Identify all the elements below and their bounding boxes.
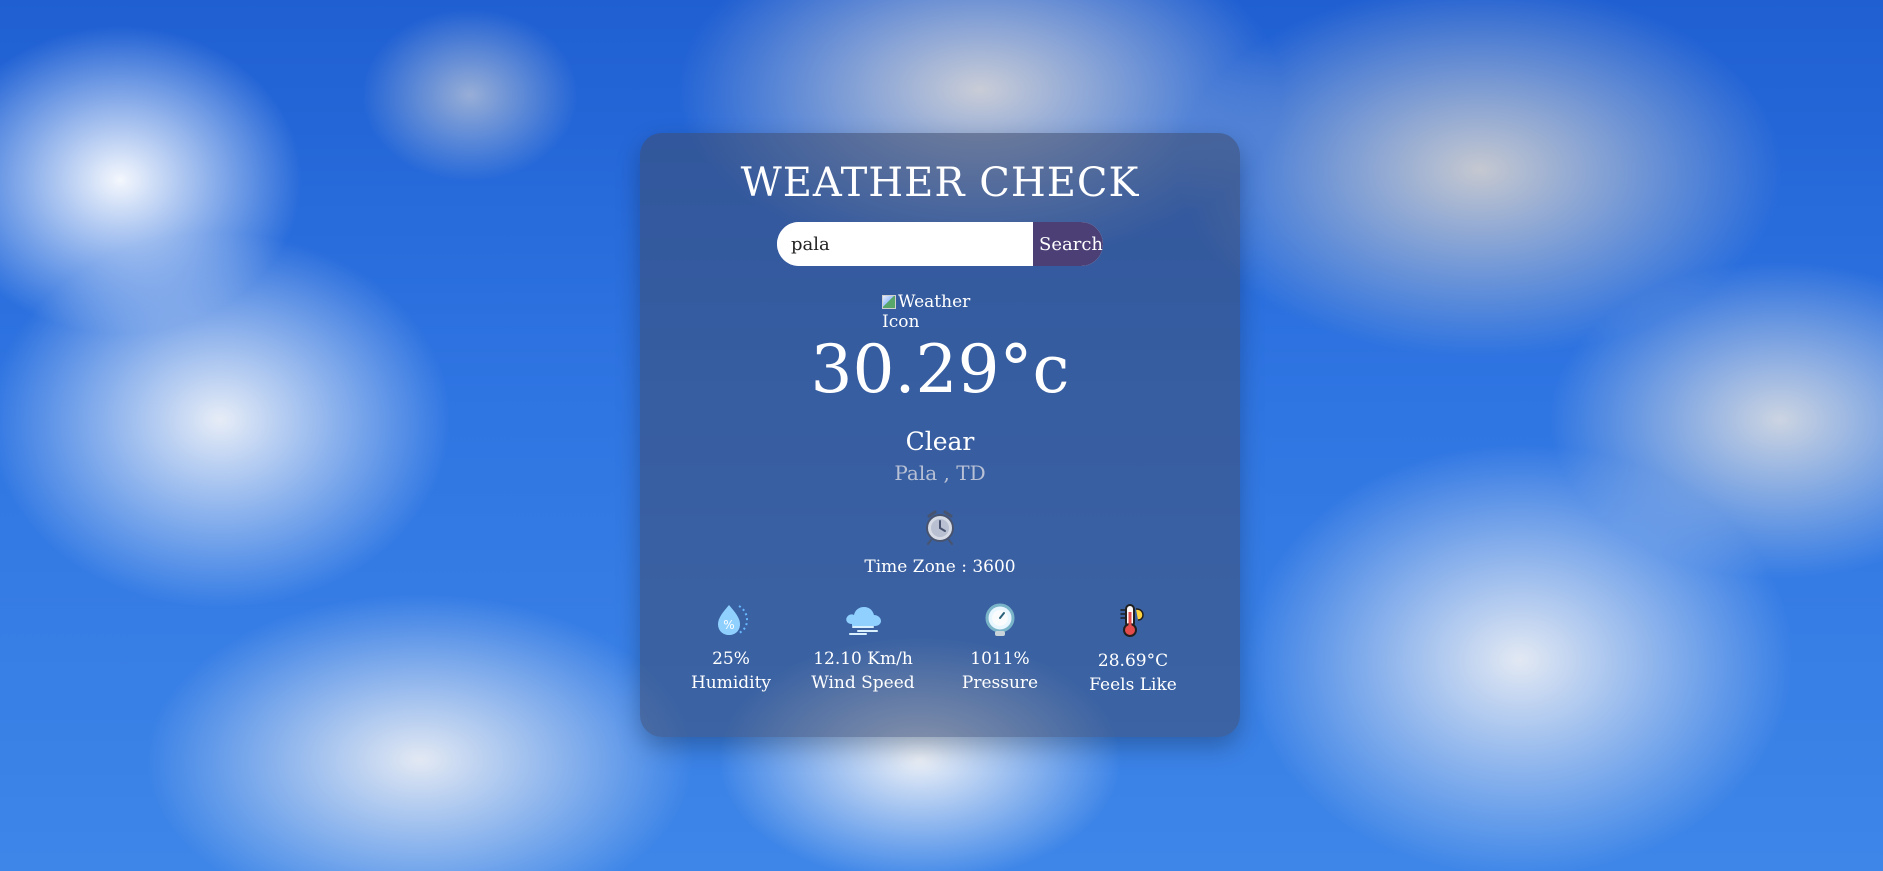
humidity-icon: % (718, 605, 749, 635)
page-title: WEATHER CHECK (740, 160, 1140, 206)
alarm-clock-icon (919, 506, 961, 548)
broken-image-icon (882, 295, 896, 309)
feels-like-value: 28.69°C (1097, 651, 1169, 671)
pressure-gauge-icon (985, 603, 1015, 636)
humidity-stat: % 25% Humidity (676, 601, 786, 695)
search-button[interactable]: Search (1033, 222, 1103, 266)
weather-card: WEATHER CHECK Search Weather Icon 30.29°… (640, 133, 1240, 737)
temperature-value: 30.29°c (810, 331, 1070, 408)
humidity-label: Humidity (690, 673, 772, 693)
weather-condition: Clear (905, 427, 975, 456)
timezone-label: Time Zone : 3600 (864, 557, 1016, 577)
feels-like-label: Feels Like (1089, 675, 1177, 695)
search-input[interactable] (777, 222, 1033, 266)
pressure-stat: 1011% Pressure (945, 601, 1055, 695)
search-bar: Search (777, 222, 1103, 266)
weather-icon: Weather Icon (882, 292, 998, 332)
weather-stats: % 25% Humidity 12.10 Km/h Wind Speed 101… (640, 601, 1240, 701)
svg-text:%: % (723, 618, 734, 632)
thermometer-icon (1120, 604, 1144, 637)
wind-speed-stat: 12.10 Km/h Wind Speed (808, 601, 918, 695)
pressure-value: 1011% (970, 649, 1030, 669)
feels-like-stat: 28.69°C Feels Like (1078, 601, 1188, 697)
humidity-value: 25% (712, 649, 750, 669)
pressure-label: Pressure (961, 673, 1039, 693)
wind-speed-value: 12.10 Km/h (813, 649, 913, 669)
wind-speed-label: Wind Speed (811, 673, 915, 693)
wind-icon (846, 607, 881, 635)
location-label: Pala , TD (894, 461, 986, 485)
